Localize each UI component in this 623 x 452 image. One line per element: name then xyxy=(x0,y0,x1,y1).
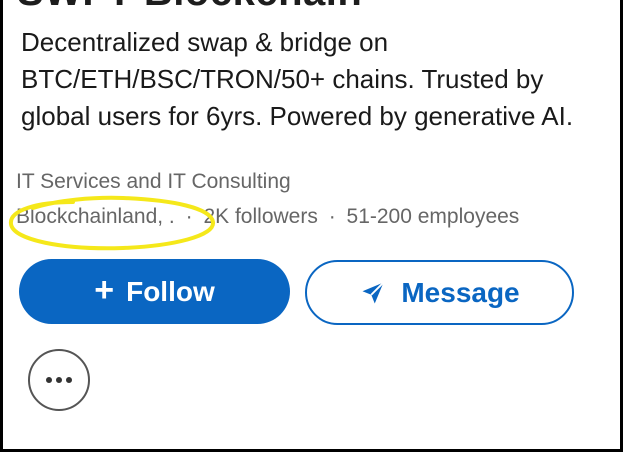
follow-button[interactable]: + Follow xyxy=(19,259,290,324)
message-label: Message xyxy=(401,276,520,308)
separator-dot: · xyxy=(185,205,193,228)
more-options-icon-dot xyxy=(56,377,62,383)
followers-count[interactable]: 2K followers xyxy=(203,205,317,228)
message-button[interactable]: Message xyxy=(305,260,574,325)
more-options-icon xyxy=(46,377,52,383)
more-options-icon-dot xyxy=(66,377,72,383)
employees-count[interactable]: 51-200 employees xyxy=(347,205,520,228)
company-meta: Blockchainland, . · 2K followers · 51-20… xyxy=(16,205,519,229)
more-options-button[interactable] xyxy=(28,349,90,411)
company-name: SWFT Blockchain xyxy=(17,0,362,15)
plus-icon: + xyxy=(94,270,115,309)
company-tagline: Decentralized swap & bridge on BTC/ETH/B… xyxy=(21,27,574,131)
company-industry: IT Services and IT Consulting xyxy=(16,170,291,193)
follow-label: Follow xyxy=(126,275,215,307)
separator-dot: · xyxy=(328,205,336,228)
profile-card: SWFT Blockchain Decentralized swap & bri… xyxy=(0,0,623,452)
company-location: Blockchainland, . xyxy=(16,205,175,228)
send-icon xyxy=(362,281,385,303)
